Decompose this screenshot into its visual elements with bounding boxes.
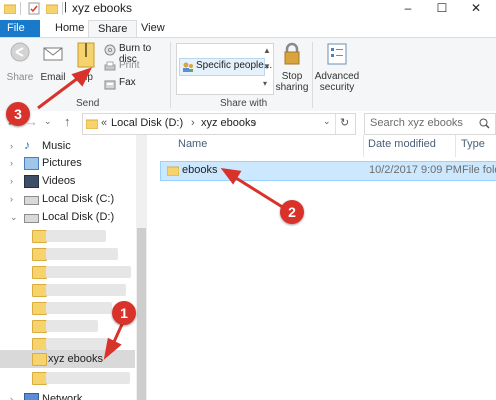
annotation-arrows bbox=[37, 67, 285, 360]
annotation-badge-2: 2 bbox=[280, 200, 304, 224]
arrow-2-line bbox=[235, 176, 285, 210]
arrow-3-head-icon bbox=[71, 67, 92, 87]
arrow-3-line bbox=[37, 76, 79, 110]
annotation-badge-3: 3 bbox=[6, 102, 30, 126]
arrow-1-head-icon bbox=[103, 337, 122, 360]
annotation-badge-1: 1 bbox=[112, 301, 136, 325]
